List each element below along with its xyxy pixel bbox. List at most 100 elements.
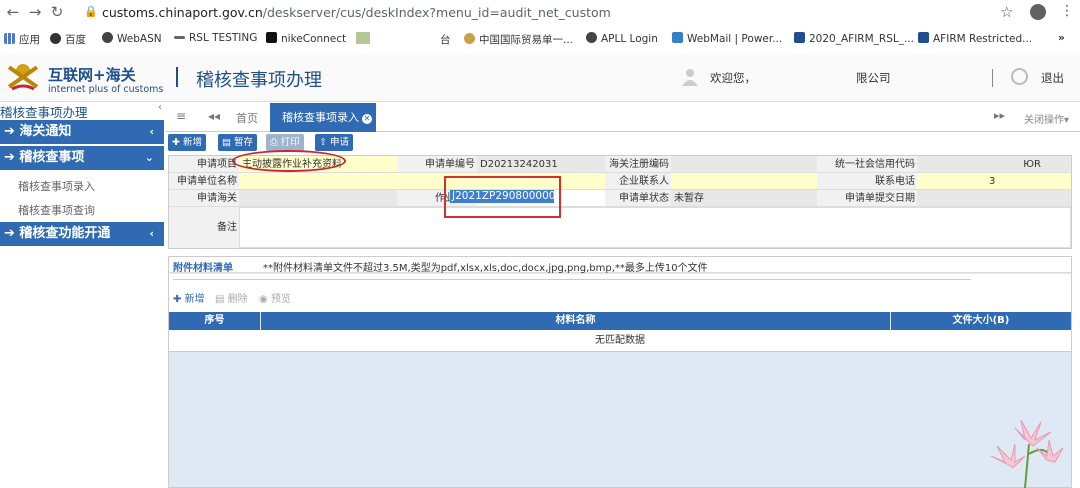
customs-reg-label: 海关注册编码 <box>605 156 671 172</box>
status-field: 未暂存 <box>671 190 817 206</box>
annotation-box <box>444 176 561 218</box>
chevron-left-icon: ‹ <box>149 125 154 138</box>
bookmark-singlewindow[interactable]: 中国国际贸易单一... <box>464 32 573 47</box>
page-title: 稽核查事项办理 <box>196 70 322 91</box>
phone-field[interactable]: 3 <box>917 173 1071 189</box>
sidebar-item-customs-notice[interactable]: ➔ 海关通知 ‹ <box>0 120 164 144</box>
bookmark-tai[interactable]: 台 <box>440 32 451 47</box>
rsl-icon <box>174 36 185 39</box>
form-row-remark: 备注 <box>169 207 1071 248</box>
bookmark-webasn[interactable]: WebASN <box>102 32 162 45</box>
flower-decoration-icon <box>990 419 1064 488</box>
bookmarks-bar: 应用 百度 WebASN RSL TESTING nikeConnect 台 中… <box>0 28 1080 50</box>
bookmark-unnamed[interactable] <box>356 32 370 44</box>
chevron-left-icon: ‹ <box>149 227 154 240</box>
remark-label: 备注 <box>169 207 239 248</box>
apply-item-label: 申请项目 <box>169 156 239 172</box>
sidebar-subitem-entry[interactable]: 稽核查事项录入 <box>18 178 95 194</box>
attachment-table-header: 序号 材料名称 文件大小(B) <box>169 312 1071 330</box>
attachment-title: 附件材料清单 <box>173 263 233 274</box>
submit-date-label: 申请单提交日期 <box>817 190 917 206</box>
new-button[interactable]: ✚ 新增 <box>168 134 206 151</box>
tab-bar: ≡ ◂◂ 首页 稽核查事项录入 ✕ ▸▸ 关闭操作▾ <box>166 102 1080 132</box>
bookmark-afirm-restricted[interactable]: AFIRM Restricted... <box>918 32 1032 45</box>
contact-field[interactable] <box>671 173 817 189</box>
header-divider-2 <box>992 69 993 87</box>
col-material-name[interactable]: 材料名称 <box>261 312 891 330</box>
apll-icon <box>586 32 597 43</box>
form-row-3: 申请海关 作业编号 申请单状态 未暂存 申请单提交日期 <box>169 190 1071 207</box>
welcome-text: 欢迎您， <box>710 71 756 85</box>
baidu-icon <box>50 33 61 44</box>
apply-unit-label: 申请单位名称 <box>169 173 239 189</box>
customs-logo-icon <box>7 64 39 91</box>
url-text[interactable]: customs.chinaport.gov.cn/deskserver/cus/… <box>102 5 611 20</box>
address-bar[interactable]: 🔒 customs.chinaport.gov.cn/deskserver/cu… <box>78 2 988 24</box>
afirm-icon <box>794 32 805 43</box>
webasn-icon <box>102 32 113 43</box>
bookmark-apps[interactable]: 应用 <box>4 32 40 47</box>
tab-next-icon[interactable]: ▸▸ <box>994 109 1005 122</box>
sidebar-item-function-open[interactable]: ➔ 稽核查功能开通 ‹ <box>0 222 164 246</box>
form-row-2: 申请单位名称 企业联系人 联系电话 3 <box>169 173 1071 190</box>
close-operations-dropdown[interactable]: 关闭操作▾ <box>1024 111 1069 126</box>
menu-kebab-icon[interactable]: ⋮ <box>1060 3 1074 19</box>
apply-no-label: 申请单编号 <box>397 156 477 172</box>
col-seq[interactable]: 序号 <box>169 312 261 330</box>
bookmark-afirm-rsl[interactable]: 2020_AFIRM_RSL_... <box>794 32 914 45</box>
attachment-panel: 附件材料清单 **附件材料清单文件不超过3.5M,类型为pdf,xlsx,xls… <box>168 256 1072 488</box>
account-avatar-icon[interactable] <box>1030 4 1046 20</box>
attachment-preview-button[interactable]: ◉ 预览 <box>259 290 291 305</box>
credit-code-label: 统一社会信用代码 <box>817 156 917 172</box>
reload-icon[interactable]: ↻ <box>48 3 66 21</box>
col-file-size[interactable]: 文件大小(B) <box>891 312 1071 330</box>
sidebar: 稽核查事项办理 ‹ ➔ 海关通知 ‹ ➔ 稽核查事项 ⌄ 稽核查事项录入 稽核查事项… <box>0 102 166 488</box>
logo-subtitle: internet plus of customs <box>48 84 164 95</box>
attachment-note: **附件材料清单文件不超过3.5M,类型为pdf,xlsx,xls,doc,do… <box>263 263 708 274</box>
forward-icon[interactable]: → <box>26 3 44 21</box>
apps-grid-icon <box>4 33 15 44</box>
singlewindow-icon <box>464 33 475 44</box>
tab-audit-entry[interactable]: 稽核查事项录入 ✕ <box>270 103 376 132</box>
browser-toolbar: ← → ↻ 🔒 customs.chinaport.gov.cn/deskser… <box>0 0 1080 26</box>
logout-link[interactable]: 退出 <box>1041 70 1064 86</box>
app-header: 互联网+海关 internet plus of customs 稽核查事项办理 … <box>0 53 1080 102</box>
user-icon <box>682 69 698 86</box>
apply-customs-field[interactable] <box>239 190 397 206</box>
lock-icon: 🔒 <box>84 5 98 18</box>
print-button[interactable]: ⎙ 打印 <box>266 134 304 151</box>
status-label: 申请单状态 <box>605 190 671 206</box>
table-empty-message: 无匹配数据 <box>169 330 1071 352</box>
bookmark-star-icon[interactable]: ☆ <box>1000 3 1013 21</box>
sidebar-item-audit-matters[interactable]: ➔ 稽核查事项 ⌄ <box>0 146 164 170</box>
remark-textarea[interactable] <box>239 207 1071 248</box>
tab-home[interactable]: 首页 <box>236 110 258 126</box>
tab-prev-icon[interactable]: ◂◂ <box>208 109 220 123</box>
sidebar-subitem-query[interactable]: 稽核查事项查询 <box>18 202 95 218</box>
attachment-delete-button[interactable]: ▤ 删除 <box>215 290 248 305</box>
submit-date-field <box>917 190 1071 206</box>
apply-no-field: D20213242031 <box>477 156 605 172</box>
menu-icon[interactable]: ≡ <box>176 109 186 123</box>
divider <box>173 279 971 280</box>
chevron-down-icon: ⌄ <box>144 151 154 164</box>
bookmark-apll[interactable]: APLL Login <box>586 32 658 45</box>
bookmark-baidu[interactable]: 百度 <box>50 32 86 47</box>
sidebar-collapse-icon[interactable]: ‹ <box>158 102 162 113</box>
bookmark-nike[interactable]: nikeConnect <box>266 32 346 45</box>
customs-reg-field <box>671 156 817 172</box>
back-icon[interactable]: ← <box>4 3 22 21</box>
bookmark-rsl[interactable]: RSL TESTING <box>174 32 257 44</box>
bookmarks-overflow[interactable]: » <box>1058 32 1065 44</box>
phone-label: 联系电话 <box>817 173 917 189</box>
close-icon[interactable]: ✕ <box>362 114 372 124</box>
webmail-icon <box>672 32 683 43</box>
attachment-header: 附件材料清单 **附件材料清单文件不超过3.5M,类型为pdf,xlsx,xls… <box>169 257 1071 274</box>
nike-icon <box>266 32 277 43</box>
save-button[interactable]: ▤ 暂存 <box>218 134 258 151</box>
attachment-new-button[interactable]: ✚ 新增 <box>173 290 205 305</box>
bookmark-webmail[interactable]: WebMail | Power... <box>672 32 782 45</box>
credit-code-field: ЮR <box>917 156 1071 172</box>
power-icon[interactable] <box>1011 68 1028 85</box>
apply-button[interactable]: ⇧ 申请 <box>315 134 353 151</box>
